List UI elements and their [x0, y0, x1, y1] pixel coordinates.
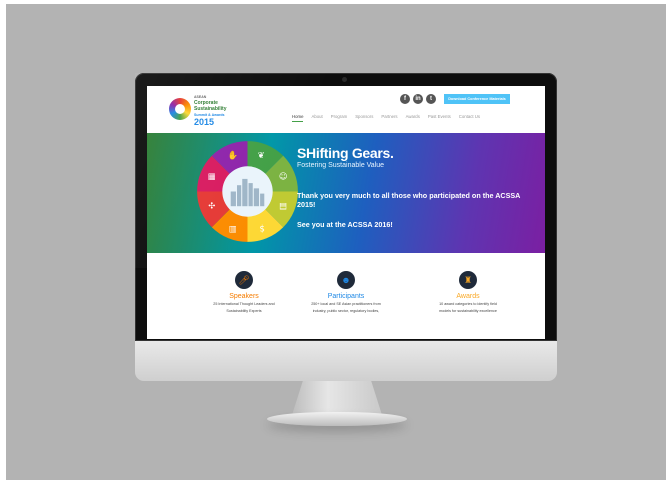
- leaf-icon: ❦: [258, 150, 265, 160]
- feature-desc-line: 25 International Thought Leaders and: [213, 302, 275, 306]
- feature-awards[interactable]: ♜ Awards 10 award categories to identify…: [413, 271, 523, 314]
- facebook-icon[interactable]: f: [400, 94, 410, 104]
- people-icon: ☺: [279, 171, 288, 181]
- logo-text: ASEAN Corporate Sustainability Summit & …: [194, 94, 227, 127]
- windmill-icon: ✣: [208, 200, 215, 210]
- nav-contact-us[interactable]: Contact Us: [459, 114, 480, 122]
- nav-awards[interactable]: Awards: [406, 114, 420, 122]
- main-nav: Home About Program Sponsors Partners Awa…: [292, 114, 480, 122]
- monitor-bezel: ASEAN Corporate Sustainability Summit & …: [135, 73, 557, 341]
- trophy-icon: ♜: [459, 271, 477, 289]
- sustainability-wheel-graphic: ❦ ☺ ▤ $ ▥ ✣ ▦ ✋: [197, 141, 298, 242]
- nav-partners[interactable]: Partners: [381, 114, 397, 122]
- monitor-chin: [135, 341, 557, 381]
- monitor-stand-base: [267, 412, 407, 426]
- hero-title: SHifting Gears.: [297, 145, 394, 161]
- logo-year: 2015: [194, 117, 215, 127]
- hero-banner: ❦ ☺ ▤ $ ▥ ✣ ▦ ✋ SHifting Gears. Fosterin…: [147, 133, 545, 253]
- nav-sponsors[interactable]: Sponsors: [355, 114, 373, 122]
- website-screen: ASEAN Corporate Sustainability Summit & …: [147, 86, 545, 339]
- monitor-stand-neck: [292, 381, 382, 415]
- feature-participants[interactable]: ☻ Participants 250+ local and SE Asian p…: [291, 271, 401, 314]
- hands-icon: ✋: [228, 150, 238, 160]
- twitter-icon[interactable]: t: [426, 94, 436, 104]
- feature-desc-line: industry, public sector, regulatory bodi…: [312, 309, 380, 313]
- social-links: f in t: [400, 94, 436, 104]
- feature-desc-line: models for sustainability excellence: [439, 309, 497, 313]
- chart-icon: ▥: [229, 223, 237, 233]
- money-icon: $: [260, 223, 265, 233]
- features-section: 🎤︎ Speakers 25 International Thought Lea…: [147, 253, 545, 339]
- feature-title: Speakers: [229, 293, 259, 300]
- factory-icon: ▦: [208, 171, 216, 181]
- feature-desc-line: Sustainability Experts: [226, 309, 262, 313]
- feature-speakers[interactable]: 🎤︎ Speakers 25 International Thought Lea…: [189, 271, 299, 314]
- hero-message: Thank you very much to all those who par…: [297, 191, 521, 209]
- imac-monitor: ASEAN Corporate Sustainability Summit & …: [135, 73, 557, 381]
- camera-dot: [342, 77, 347, 82]
- nav-about[interactable]: About: [311, 114, 322, 122]
- book-icon: ▤: [279, 200, 287, 210]
- people-icon: ☻: [337, 271, 355, 289]
- feature-desc-line: 10 award categories to identify field: [439, 302, 497, 306]
- nav-home[interactable]: Home: [292, 114, 304, 122]
- gear-logo-icon: [169, 98, 191, 120]
- download-materials-button[interactable]: Download Conference Materials: [444, 94, 510, 104]
- feature-desc-line: 250+ local and SE Asian practitioners fr…: [311, 302, 381, 306]
- site-header: ASEAN Corporate Sustainability Summit & …: [147, 86, 545, 133]
- nav-program[interactable]: Program: [331, 114, 347, 122]
- nav-past-events[interactable]: Past Events: [428, 114, 451, 122]
- hero-message-2: See you at the ACSSA 2016!: [297, 220, 393, 229]
- feature-title: Awards: [456, 293, 480, 300]
- feature-title: Participants: [327, 293, 365, 300]
- site-logo[interactable]: ASEAN Corporate Sustainability Summit & …: [169, 94, 269, 127]
- linkedin-icon[interactable]: in: [413, 94, 423, 104]
- stage: ASEAN Corporate Sustainability Summit & …: [0, 0, 672, 484]
- microphone-icon: 🎤︎: [235, 271, 253, 289]
- hero-subtitle: Fostering Sustainable Value: [297, 162, 385, 169]
